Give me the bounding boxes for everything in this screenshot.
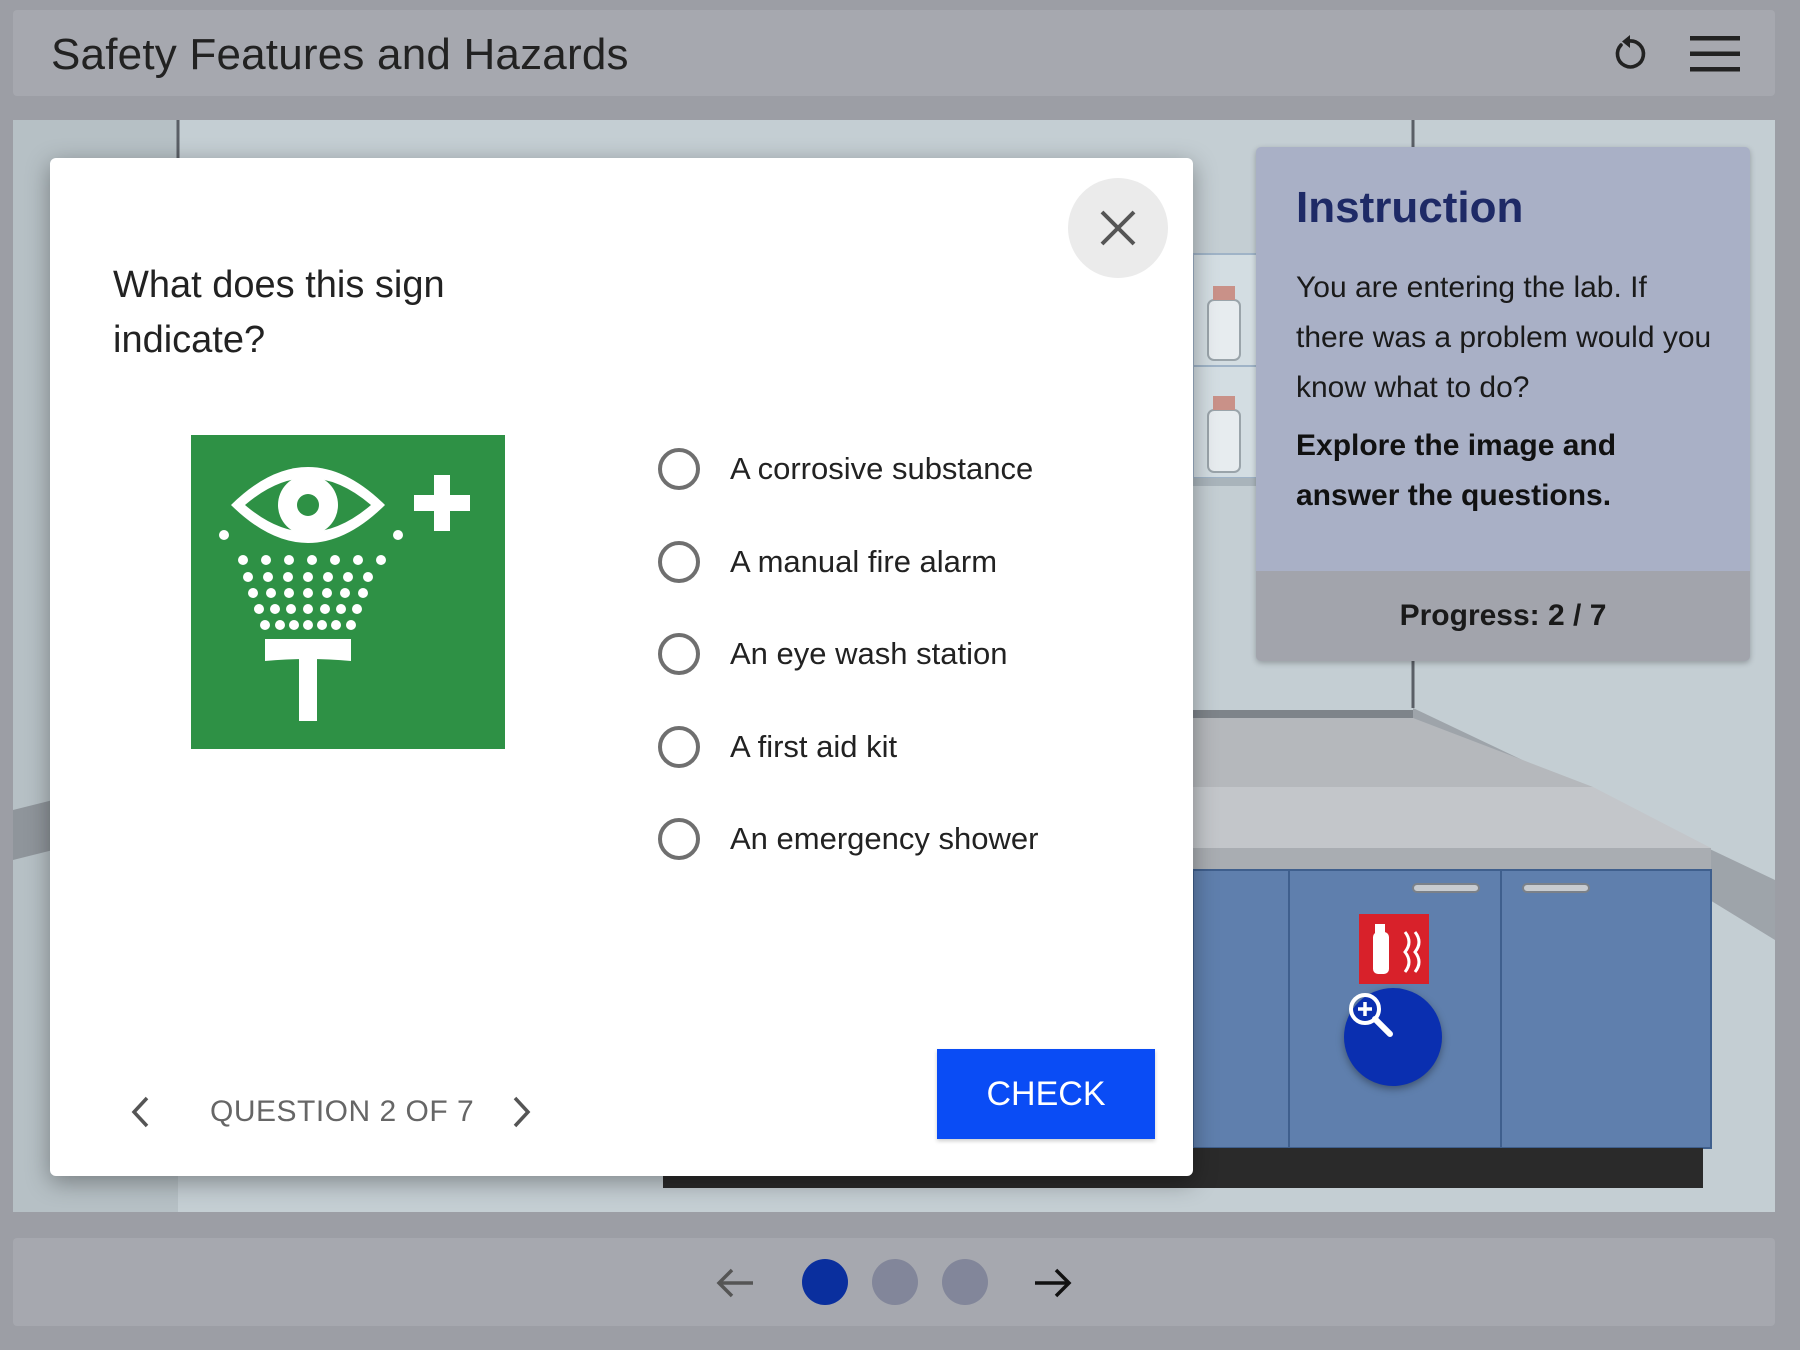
arrow-left-icon <box>716 1268 753 1298</box>
radio-button[interactable] <box>658 725 700 768</box>
answer-option[interactable]: A corrosive substance <box>658 423 1158 516</box>
header-bar: Safety Features and Hazards <box>13 10 1775 96</box>
answer-option-label: A first aid kit <box>730 728 898 764</box>
answer-option-label: A manual fire alarm <box>730 543 998 579</box>
chevron-left-icon <box>131 1096 149 1128</box>
question-counter: QUESTION 2 OF 7 <box>210 1095 475 1128</box>
reset-icon <box>1615 35 1646 69</box>
answer-option[interactable]: A manual fire alarm <box>658 516 1158 609</box>
radio-button[interactable] <box>658 818 700 861</box>
question-dialog: What does this sign indicate? A corrosiv… <box>50 158 1193 1176</box>
chevron-right-icon <box>513 1096 531 1128</box>
radio-button[interactable] <box>658 540 700 583</box>
progress-indicator: Progress: 2 / 7 <box>1256 571 1750 661</box>
app-title: Safety Features and Hazards <box>51 30 629 79</box>
instruction-bold-text: Explore the image and answer the questio… <box>1296 429 1617 512</box>
next-question-button[interactable] <box>500 1087 542 1137</box>
instruction-title: Instruction <box>1296 183 1524 232</box>
answer-option[interactable]: A first aid kit <box>658 701 1158 794</box>
zoom-button[interactable] <box>1344 988 1442 1086</box>
previous-page-button[interactable] <box>710 1258 760 1308</box>
eye-wash-station-sign-icon <box>191 435 505 749</box>
check-button[interactable]: CHECK <box>937 1049 1155 1139</box>
answer-option[interactable]: An emergency shower <box>658 793 1158 886</box>
question-text: What does this sign indicate? <box>113 264 445 361</box>
page-dot-3[interactable] <box>942 1259 988 1305</box>
hamburger-menu-icon <box>1690 36 1740 72</box>
reset-button[interactable] <box>1603 28 1655 80</box>
question-navigation: QUESTION 2 OF 7 <box>120 1083 560 1143</box>
instruction-text: You are entering the lab. If there was a… <box>1296 271 1712 404</box>
radio-button[interactable] <box>658 448 700 491</box>
page-dot-2[interactable] <box>872 1259 918 1305</box>
answer-option-label: An emergency shower <box>730 821 1039 857</box>
page-dot-1[interactable] <box>802 1259 848 1305</box>
answer-option-label: A corrosive substance <box>730 451 1034 487</box>
arrow-right-icon <box>1035 1268 1072 1298</box>
menu-button[interactable] <box>1689 28 1741 80</box>
answer-options: A corrosive substance A manual fire alar… <box>658 423 1158 886</box>
close-icon <box>1100 210 1136 246</box>
pager-bar <box>13 1238 1775 1326</box>
next-page-button[interactable] <box>1028 1258 1078 1308</box>
instruction-panel: Instruction You are entering the lab. If… <box>1256 147 1750 661</box>
close-button[interactable] <box>1068 178 1168 278</box>
answer-option[interactable]: An eye wash station <box>658 608 1158 701</box>
answer-option-label: An eye wash station <box>730 636 1008 672</box>
fire-extinguisher-sign-icon <box>1359 914 1429 984</box>
radio-button[interactable] <box>658 633 700 676</box>
previous-question-button[interactable] <box>120 1087 162 1137</box>
zoom-in-icon <box>1349 993 1393 1037</box>
